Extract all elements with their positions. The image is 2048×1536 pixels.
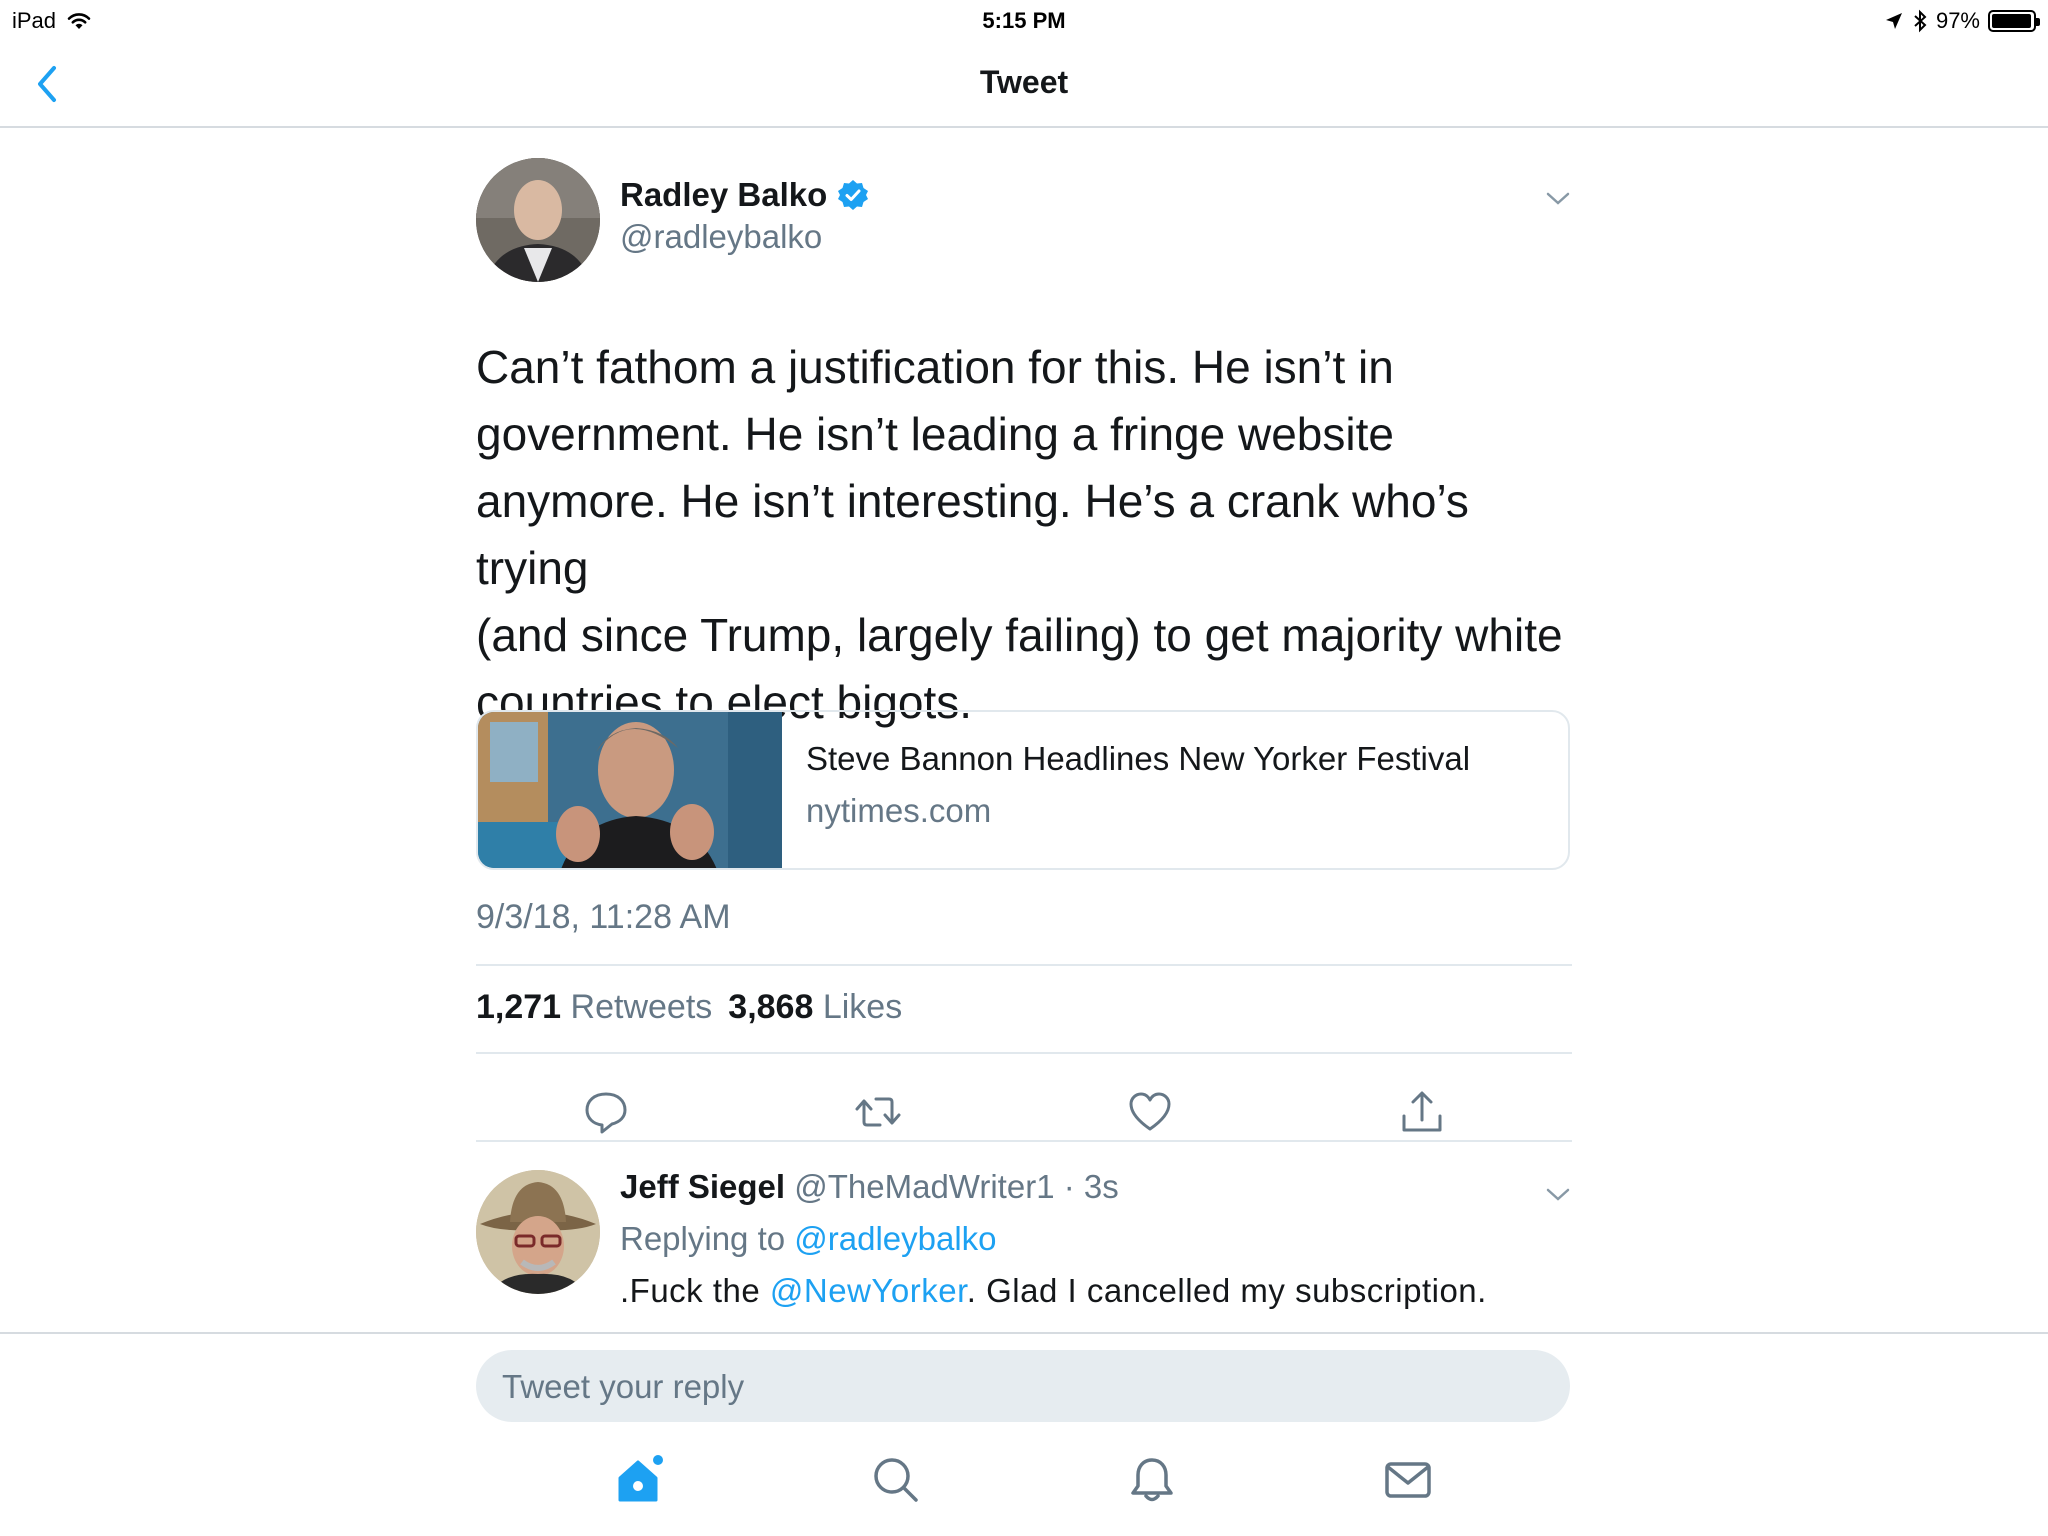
retweets-label: Retweets (570, 988, 713, 1026)
divider (476, 1052, 1572, 1054)
reply-header: Jeff Siegel @TheMadWriter1 · 3s (620, 1168, 1119, 1206)
verified-badge-icon (838, 180, 869, 210)
share-button[interactable] (1398, 1088, 1446, 1136)
tweet-text: Can’t fathom a justification for this. H… (476, 334, 1572, 736)
location-arrow-icon (1885, 13, 1902, 29)
reply-author-name[interactable]: Jeff Siegel (620, 1168, 785, 1205)
reply-menu-button[interactable] (1544, 1180, 1572, 1208)
reply-input[interactable]: Tweet your reply (476, 1350, 1570, 1422)
link-card-title: Steve Bannon Headlines New Yorker Festiv… (806, 740, 1471, 777)
likes-stat[interactable]: 3,868 Likes (728, 988, 902, 1027)
tweet-text-line: Can’t fathom a justification for this. H… (476, 341, 1394, 393)
reply-avatar-image (476, 1170, 600, 1294)
tweet-actions (476, 1078, 1572, 1148)
status-time: 5:15 PM (982, 8, 1066, 33)
reply-text-part: .Fuck the (620, 1272, 770, 1309)
bell-icon (1131, 1458, 1173, 1502)
share-icon (1402, 1091, 1442, 1132)
like-button[interactable] (1126, 1088, 1174, 1136)
replying-to-handle-link[interactable]: @radleybalko (794, 1220, 996, 1257)
home-icon (618, 1455, 663, 1502)
author-name-text: Radley Balko (620, 176, 828, 213)
reply-age: 3s (1083, 1168, 1119, 1205)
tweet-text-line: anymore. He isn’t interesting. He’s a cr… (476, 475, 1469, 594)
envelope-icon (1385, 1462, 1431, 1498)
tweet-text-line: (and since Trump, largely failing) to ge… (476, 609, 1563, 661)
likes-count: 3,868 (728, 988, 814, 1026)
speech-bubble-icon (585, 1092, 627, 1134)
retweet-button[interactable] (854, 1088, 902, 1136)
heart-icon (1129, 1092, 1171, 1131)
mention-link[interactable]: @NewYorker (770, 1272, 967, 1309)
tab-search[interactable] (868, 1452, 924, 1508)
author-avatar-image (476, 158, 600, 282)
tab-home[interactable] (612, 1452, 668, 1508)
status-bar: iPad 5:15 PM 97% (0, 0, 2048, 40)
reply-text: .Fuck the @NewYorker. Glad I cancelled m… (620, 1272, 1487, 1310)
chevron-down-icon (1546, 1188, 1570, 1201)
link-card[interactable]: Steve Bannon Headlines New Yorker Festiv… (476, 710, 1570, 870)
link-card-domain: nytimes.com (806, 792, 992, 829)
reply-tweet[interactable]: Jeff Siegel @TheMadWriter1 · 3s Replying… (476, 1168, 1572, 1338)
divider (476, 964, 1572, 966)
tweet-stats: 1,271 Retweets 3,868 Likes (476, 988, 902, 1027)
status-bar-right: 97% (1884, 8, 2040, 34)
bottom-area: Tweet your reply (0, 1332, 2048, 1536)
reply-separator: · (1054, 1168, 1084, 1205)
retweet-icon (855, 1097, 901, 1127)
bluetooth-icon (1914, 9, 1927, 33)
retweets-count: 1,271 (476, 988, 562, 1026)
reply-avatar[interactable] (476, 1170, 600, 1294)
link-card-body: Steve Bannon Headlines New Yorker Festiv… (782, 712, 1494, 868)
battery-icon (1988, 10, 2040, 32)
replying-to-prefix: Replying to (620, 1220, 795, 1257)
reply-text-part: . Glad I cancelled my subscription. (966, 1272, 1487, 1309)
divider (476, 1140, 1572, 1142)
tab-notifications[interactable] (1124, 1452, 1180, 1508)
replying-to: Replying to @radleybalko (620, 1220, 997, 1258)
link-card-image (478, 712, 782, 868)
author-handle[interactable]: @radleybalko (620, 218, 822, 256)
page-title: Tweet (979, 64, 1069, 100)
battery-fill (1992, 14, 2031, 28)
reply-button[interactable] (582, 1088, 630, 1136)
tab-messages[interactable] (1380, 1452, 1436, 1508)
tweet-timestamp: 9/3/18, 11:28 AM (476, 898, 731, 936)
author-name[interactable]: Radley Balko (620, 176, 869, 214)
search-icon (874, 1458, 918, 1502)
tweet-menu-button[interactable] (1544, 184, 1572, 212)
author-avatar[interactable] (476, 158, 600, 282)
likes-label: Likes (822, 988, 903, 1026)
tweet-text-line: government. He isn’t leading a fringe we… (476, 408, 1394, 460)
nav-bar: Tweet (0, 40, 2048, 128)
battery-percent: 97% (1935, 8, 1980, 33)
retweets-stat[interactable]: 1,271 Retweets (476, 988, 712, 1027)
reply-author-handle[interactable]: @TheMadWriter1 (794, 1168, 1054, 1205)
chevron-down-icon (1546, 192, 1570, 205)
